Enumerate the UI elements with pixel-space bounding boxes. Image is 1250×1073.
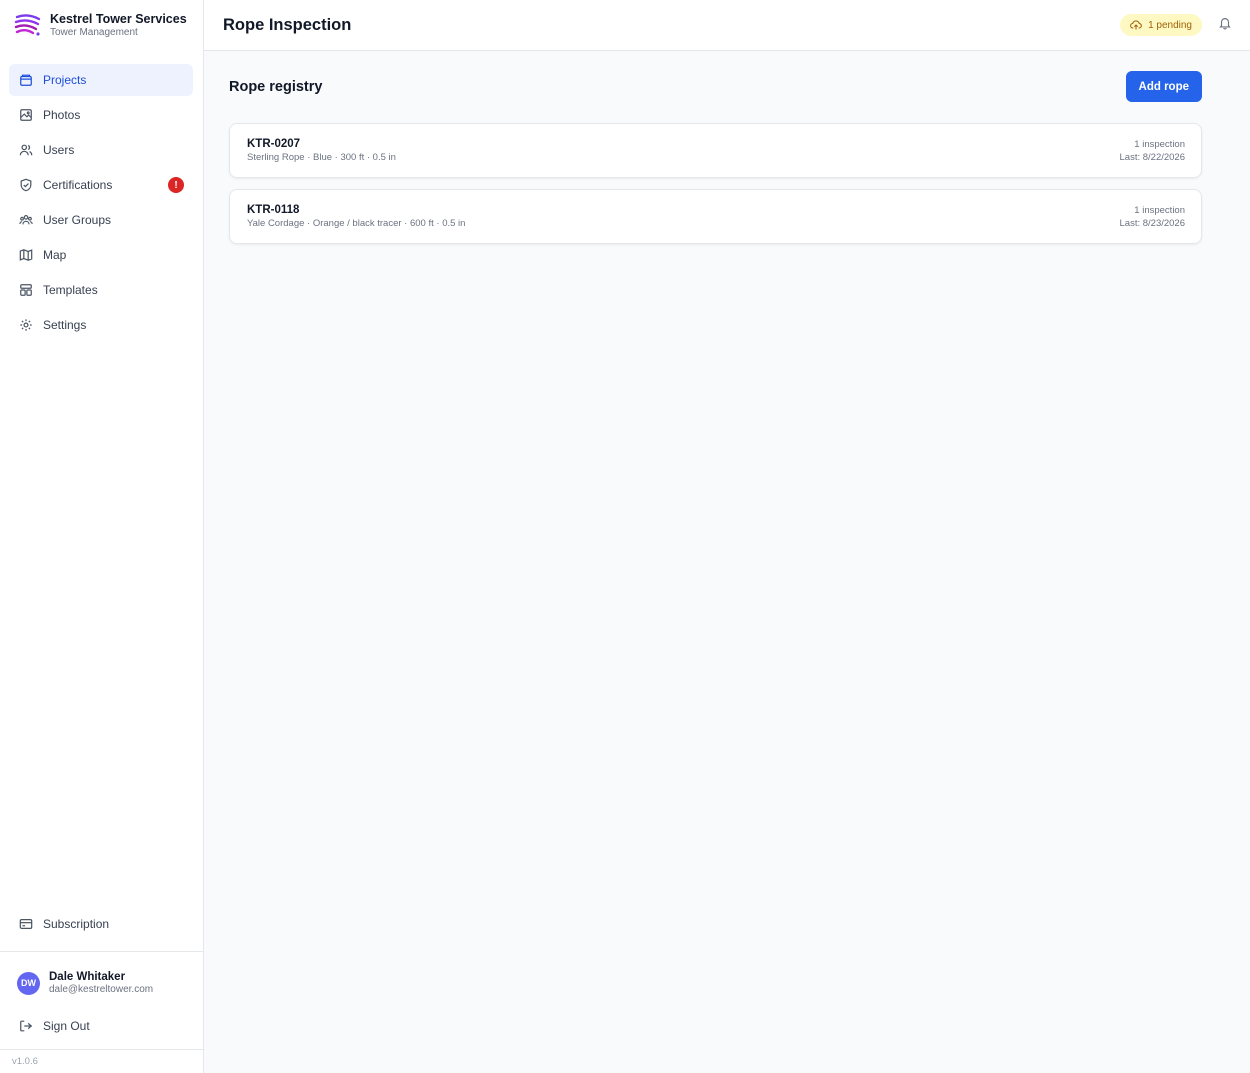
rope-inspection-summary: 1 inspection Last: 8/23/2026 [1120,204,1186,230]
section-header: Rope registry Add rope [229,71,1202,102]
sidebar-item-label: Subscription [43,917,110,931]
sidebar-nav: Projects Photos Users Certifications ! U… [0,50,203,344]
brand-name: Kestrel Tower Services [50,11,187,26]
user-info: Dale Whitaker dale@kestreltower.com [49,970,153,996]
user-email: dale@kestreltower.com [49,984,154,995]
brand-subtitle: Tower Management [50,26,138,38]
sidebar-item-subscription[interactable]: Subscription [9,908,193,940]
main-area: Rope Inspection 1 pending Rope registry … [204,0,1250,1073]
users-icon [19,143,33,157]
rope-card[interactable]: KTR-0118 Yale Cordage · Orange / black t… [229,189,1202,244]
rope-info: KTR-0207 Sterling Rope · Blue · 300 ft ·… [247,137,396,164]
notifications-bell-icon[interactable] [1218,16,1232,35]
rope-id: KTR-0207 [247,138,301,150]
sidebar-item-label: Map [43,248,67,262]
add-rope-button[interactable]: Add rope [1125,71,1202,102]
sign-out-icon [19,1019,33,1033]
sidebar-item-photos[interactable]: Photos [9,99,193,131]
sidebar-item-label: Settings [43,318,87,332]
rope-registry-section: Rope registry Add rope KTR-0207 Sterling… [204,51,1250,255]
rope-inspection-summary: 1 inspection Last: 8/22/2026 [1120,138,1186,164]
sidebar-item-label: Users [43,143,75,157]
user-group-icon [19,213,33,227]
brand: Kestrel Tower Services Tower Management [0,0,203,50]
map-icon [19,248,33,262]
pending-label: 1 pending [1148,19,1192,31]
user-profile: DW Dale Whitaker dale@kestreltower.com [0,952,203,1002]
rope-info: KTR-0118 Yale Cordage · Orange / black t… [247,203,465,230]
rope-description: Sterling Rope · Blue · 300 ft · 0.5 in [247,152,396,163]
rope-last-inspection: Last: 8/23/2026 [1119,217,1186,229]
image-icon [19,108,33,122]
template-icon [19,283,33,297]
sidebar: Kestrel Tower Services Tower Management … [0,0,204,1073]
sidebar-item-label: Photos [43,108,81,122]
gear-icon [19,318,33,332]
user-row[interactable]: DW Dale Whitaker dale@kestreltower.com [17,970,186,996]
sidebar-item-map[interactable]: Map [9,239,193,271]
sidebar-item-templates[interactable]: Templates [9,274,193,306]
pending-sync-badge[interactable]: 1 pending [1120,14,1202,36]
user-name: Dale Whitaker [49,971,126,983]
rope-card[interactable]: KTR-0207 Sterling Rope · Blue · 300 ft ·… [229,123,1202,178]
sidebar-item-user-groups[interactable]: User Groups [9,204,193,236]
top-bar: Rope Inspection 1 pending [204,0,1250,51]
app-version: v1.0.6 [12,1056,38,1067]
sidebar-item-settings[interactable]: Settings [9,309,193,341]
rope-description: Yale Cordage · Orange / black tracer · 6… [247,218,466,229]
shield-check-icon [19,178,33,192]
avatar: DW [17,971,40,995]
brand-text: Kestrel Tower Services Tower Management [50,12,187,39]
rope-inspection-count: 1 inspection [1134,204,1185,216]
sidebar-item-label: Projects [43,73,87,87]
rope-last-inspection: Last: 8/22/2026 [1119,151,1186,163]
section-title: Rope registry [229,78,323,95]
sidebar-item-certifications[interactable]: Certifications ! [9,169,193,201]
sidebar-item-users[interactable]: Users [9,134,193,166]
credit-card-icon [19,917,33,931]
subscription-section: Subscription [0,908,203,952]
kestrel-logo-icon [14,11,42,39]
rope-inspection-count: 1 inspection [1134,138,1185,150]
certifications-alert-badge: ! [168,177,184,193]
signout-section: Sign Out [0,1002,203,1050]
sign-out-label: Sign Out [43,1019,90,1033]
sidebar-item-projects[interactable]: Projects [9,64,193,96]
rope-id: KTR-0118 [247,204,300,216]
cloud-upload-icon [1130,20,1142,30]
folder-icon [19,73,33,87]
sidebar-item-label: Templates [43,283,98,297]
sidebar-item-label: Certifications [43,178,113,192]
sign-out-button[interactable]: Sign Out [9,1010,193,1042]
app: Kestrel Tower Services Tower Management … [0,0,1250,1073]
sidebar-item-label: User Groups [43,213,112,227]
page-title: Rope Inspection [223,15,352,34]
